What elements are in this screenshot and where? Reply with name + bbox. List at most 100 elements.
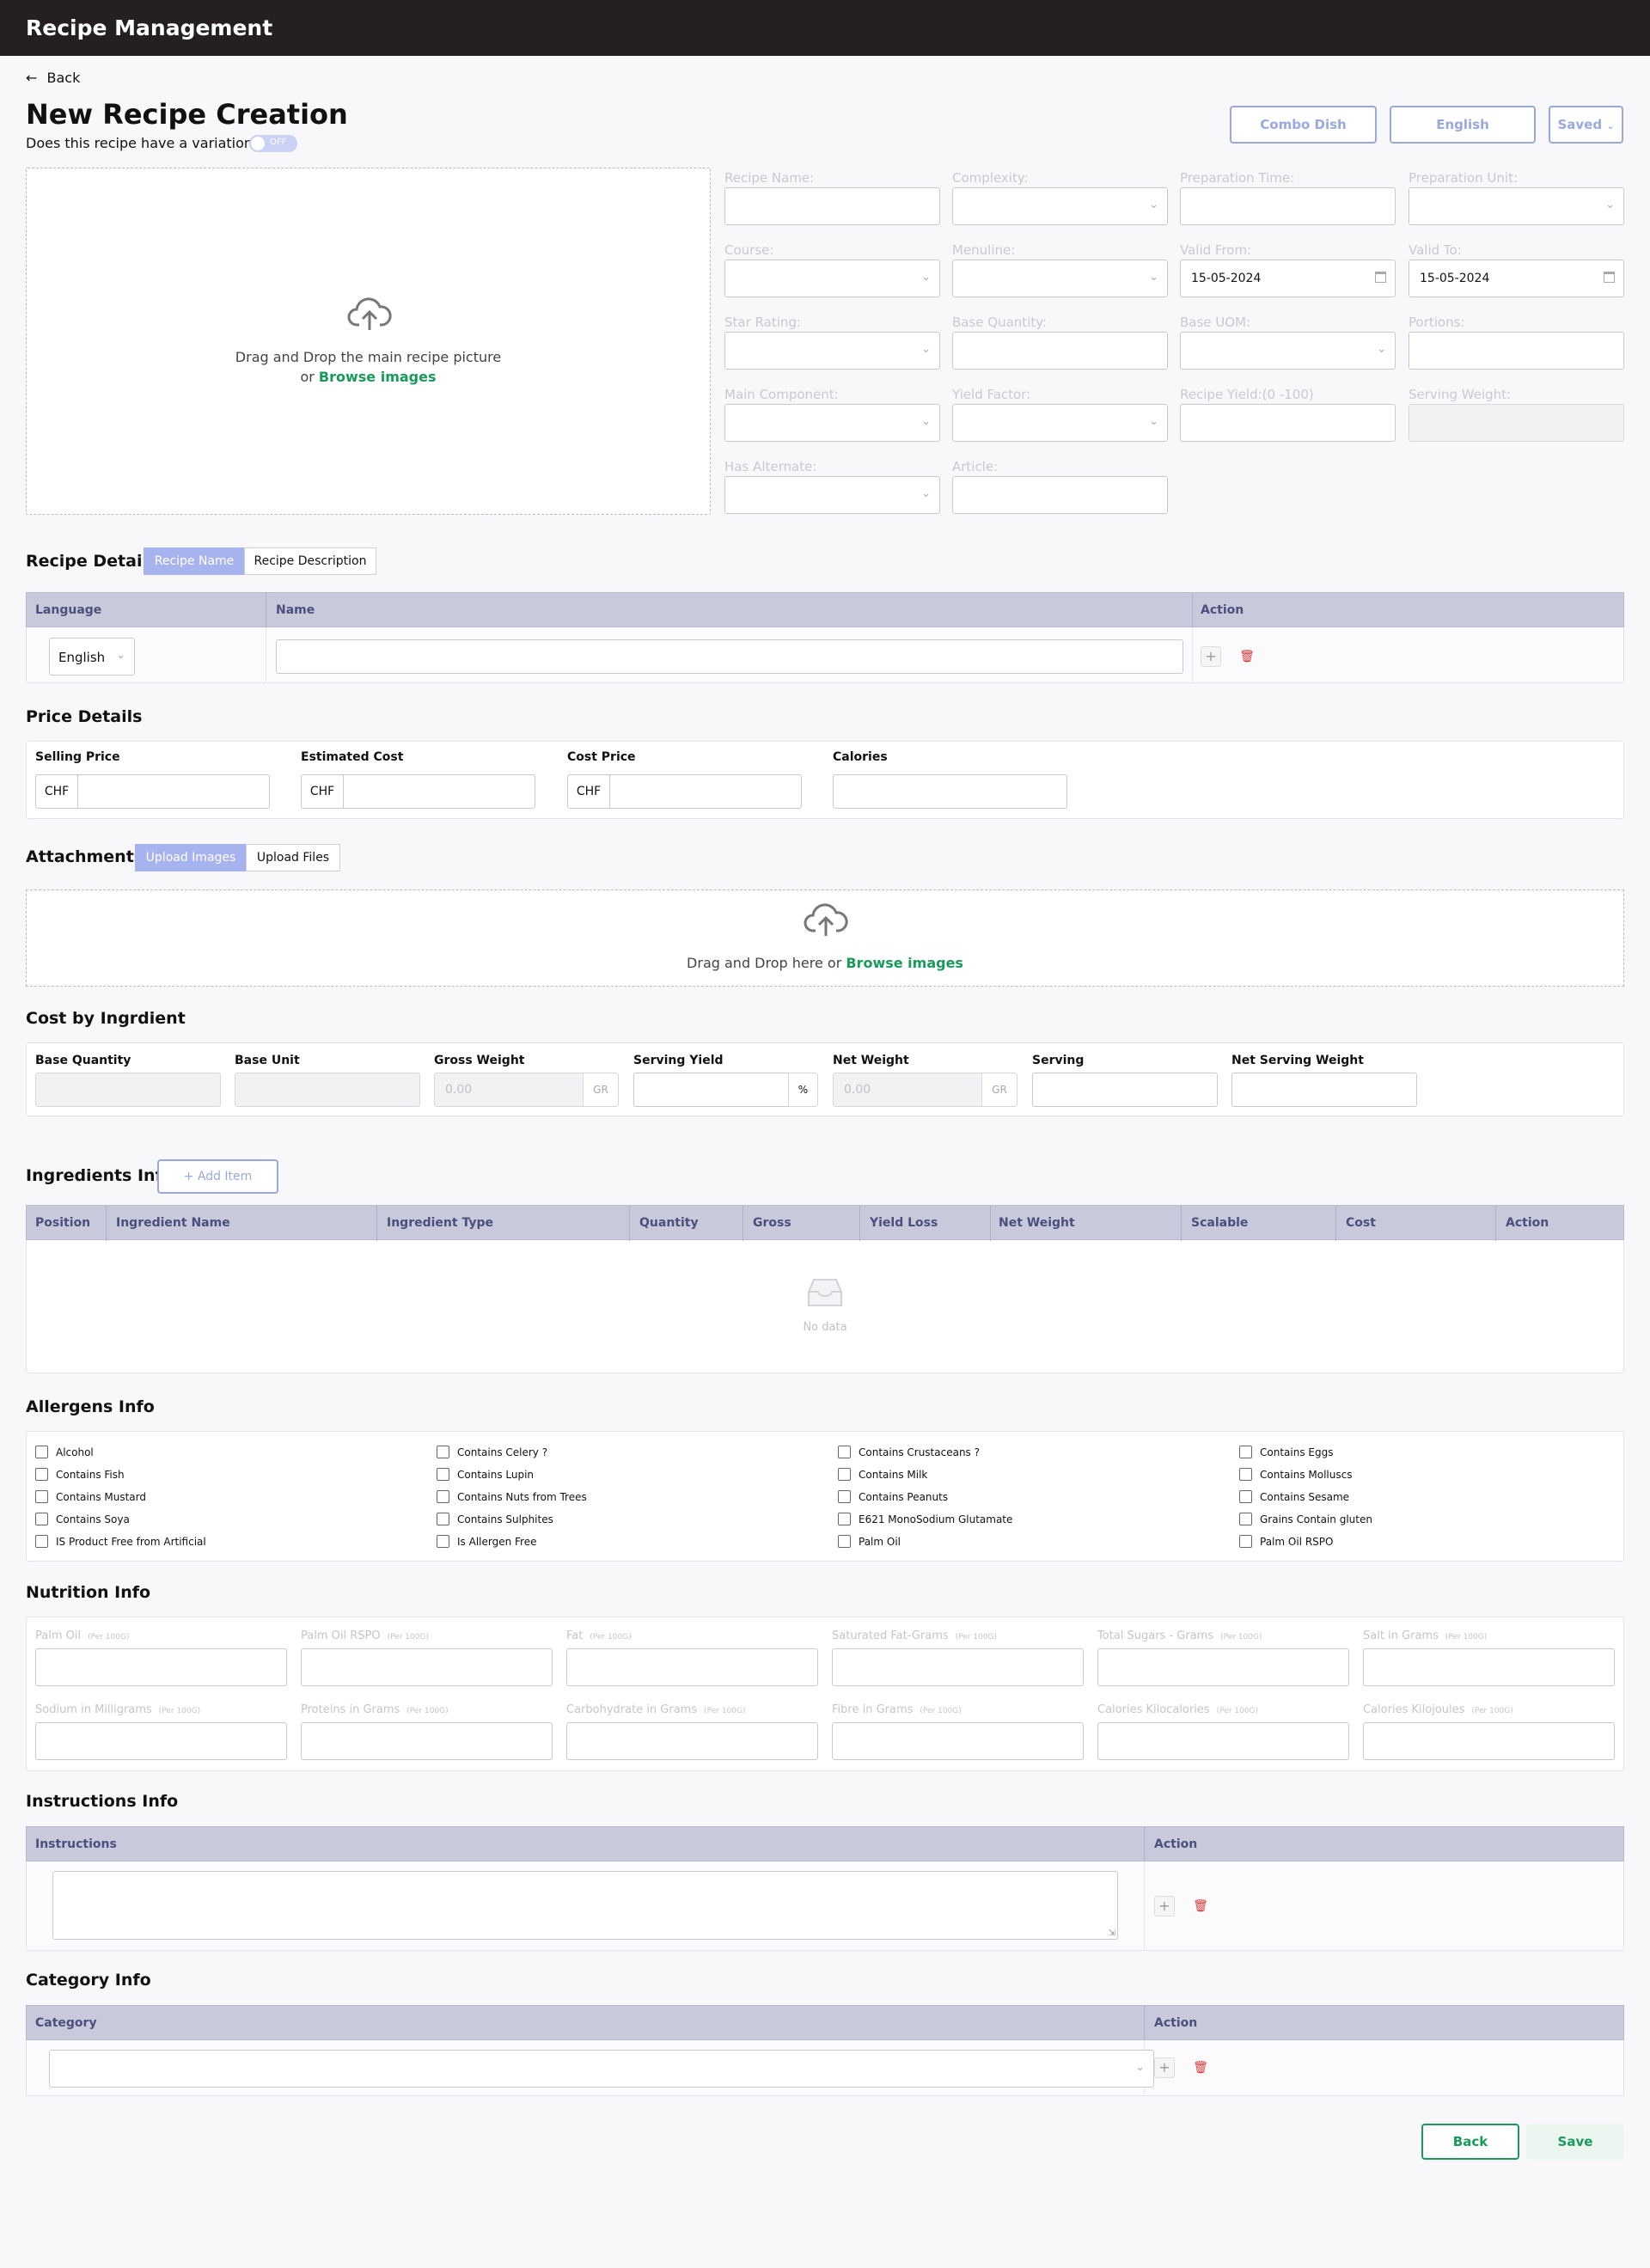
allergen-checkbox[interactable] (1239, 1446, 1252, 1458)
back-button[interactable]: Back (1421, 2124, 1519, 2160)
add-row-button[interactable]: + (1201, 646, 1221, 667)
nutrition-input[interactable] (1363, 1648, 1615, 1686)
main-picture-dropzone[interactable]: Drag and Drop the main recipe picture or… (26, 168, 711, 515)
column-header: Instructions (35, 1837, 117, 1851)
nutrition-input[interactable] (301, 1722, 553, 1760)
column-divider (1144, 2006, 1145, 2041)
nutrition-input[interactable] (301, 1648, 553, 1686)
tab-upload-images[interactable]: Upload Images (135, 844, 247, 871)
add-row-button[interactable]: + (1154, 1896, 1175, 1916)
instructions-textarea[interactable]: ⇲ (52, 1871, 1118, 1940)
course-select[interactable]: ⌄ (724, 260, 940, 297)
has-alternate-select[interactable]: ⌄ (724, 476, 940, 514)
allergen-checkbox[interactable] (35, 1468, 48, 1481)
nutrition-input[interactable] (35, 1648, 287, 1686)
allergen-checkbox[interactable] (437, 1446, 449, 1458)
nutrition-input[interactable] (832, 1648, 1084, 1686)
complexity-select[interactable]: ⌄ (952, 187, 1168, 225)
category-select[interactable]: ⌄ (49, 2050, 1154, 2088)
resize-handle-icon[interactable]: ⇲ (1109, 1929, 1115, 1938)
prep-time-input[interactable] (1180, 187, 1396, 225)
nutrition-input[interactable] (1097, 1648, 1349, 1686)
serving-yield-input[interactable] (633, 1073, 789, 1107)
allergen-checkbox[interactable] (838, 1446, 851, 1458)
combo-dish-button[interactable]: Combo Dish (1230, 106, 1377, 144)
recipe-yield-input[interactable] (1180, 404, 1396, 442)
portions-input[interactable] (1409, 332, 1624, 370)
nutrition-input[interactable] (566, 1648, 818, 1686)
gross-weight-value: 0.00 (445, 1083, 473, 1097)
selling-price-input[interactable] (77, 774, 270, 809)
column-divider (1144, 1827, 1145, 1862)
serving-input[interactable] (1032, 1073, 1218, 1107)
variation-toggle[interactable]: OFF (249, 135, 297, 152)
article-input[interactable] (952, 476, 1168, 514)
valid-to-input[interactable]: 15-05-2024 (1409, 260, 1624, 297)
prep-unit-select[interactable]: ⌄ (1409, 187, 1624, 225)
add-row-button[interactable]: + (1154, 2057, 1175, 2078)
menuline-select[interactable]: ⌄ (952, 260, 1168, 297)
allergen-checkbox[interactable] (35, 1446, 48, 1458)
allergen-checkbox[interactable] (838, 1490, 851, 1503)
tab-upload-files[interactable]: Upload Files (246, 844, 340, 871)
delete-icon[interactable]: 🗑 (1237, 646, 1257, 667)
base-quantity-input[interactable] (952, 332, 1168, 370)
nutrition-input[interactable] (35, 1722, 287, 1760)
allergen-checkbox[interactable] (437, 1513, 449, 1525)
language-button[interactable]: English (1390, 106, 1536, 144)
base-quantity-label: Base Quantity: (952, 315, 1048, 330)
per-100g-hint: (Per 100G) (590, 1633, 632, 1641)
column-divider (629, 1206, 630, 1241)
star-rating-select[interactable]: ⌄ (724, 332, 940, 370)
main-component-label: Main Component: (724, 387, 839, 402)
allergen-checkbox[interactable] (838, 1535, 851, 1548)
back-link[interactable]: ← Back (26, 70, 80, 86)
nutrition-input[interactable] (832, 1722, 1084, 1760)
allergen-checkbox[interactable] (838, 1513, 851, 1525)
save-button[interactable]: Save (1526, 2124, 1624, 2160)
estimated-cost-label: Estimated Cost (301, 750, 404, 764)
calories-input[interactable] (833, 774, 1067, 809)
allergen-checkbox[interactable] (1239, 1513, 1252, 1525)
language-select[interactable]: English ⌄ (49, 638, 135, 676)
base-uom-select[interactable]: ⌄ (1180, 332, 1396, 370)
allergen-checkbox[interactable] (35, 1535, 48, 1548)
recipe-name-input[interactable] (724, 187, 940, 225)
estimated-cost-input[interactable] (343, 774, 535, 809)
chevron-down-icon: ⌄ (921, 415, 931, 428)
portions-label: Portions: (1409, 315, 1465, 330)
tab-recipe-description[interactable]: Recipe Description (244, 547, 376, 575)
allergen-checkbox[interactable] (1239, 1490, 1252, 1503)
tab-recipe-name[interactable]: Recipe Name (144, 547, 245, 575)
allergen-checkbox[interactable] (437, 1535, 449, 1548)
column-header: Quantity (639, 1216, 699, 1230)
cost-price-input[interactable] (609, 774, 802, 809)
allergen-checkbox[interactable] (437, 1468, 449, 1481)
net-serving-weight-input[interactable] (1231, 1073, 1417, 1107)
language-select-value: English (58, 650, 106, 665)
nutrition-input[interactable] (566, 1722, 818, 1760)
allergen-checkbox[interactable] (35, 1513, 48, 1525)
allergen-checkbox[interactable] (838, 1468, 851, 1481)
column-divider (106, 1206, 107, 1241)
recipe-name-translation-input[interactable] (276, 639, 1183, 674)
chevron-down-icon: ⌄ (921, 487, 931, 500)
allergen-checkbox[interactable] (35, 1490, 48, 1503)
nutrition-input[interactable] (1363, 1722, 1615, 1760)
allergen-checkbox[interactable] (1239, 1468, 1252, 1481)
attachments-dropzone[interactable]: Drag and Drop here or Browse images (26, 889, 1624, 987)
add-item-button[interactable]: + Add Item (157, 1159, 278, 1194)
nutrition-input[interactable] (1097, 1722, 1349, 1760)
delete-icon[interactable]: 🗑 (1190, 1896, 1211, 1916)
cost-by-ingredient-title: Cost by Ingrdient (26, 1009, 186, 1028)
allergen-checkbox[interactable] (1239, 1535, 1252, 1548)
saved-dropdown[interactable]: Saved ⌄ (1549, 106, 1623, 144)
main-component-select[interactable]: ⌄ (724, 404, 940, 442)
delete-icon[interactable]: 🗑 (1190, 2057, 1211, 2078)
browse-images-link[interactable]: Browse images (319, 369, 437, 385)
valid-from-input[interactable]: 15-05-2024 (1180, 260, 1396, 297)
browse-images-link[interactable]: Browse images (846, 955, 963, 971)
yield-factor-select[interactable]: ⌄ (952, 404, 1168, 442)
allergen-checkbox[interactable] (437, 1490, 449, 1503)
app-title: Recipe Management (26, 15, 273, 40)
